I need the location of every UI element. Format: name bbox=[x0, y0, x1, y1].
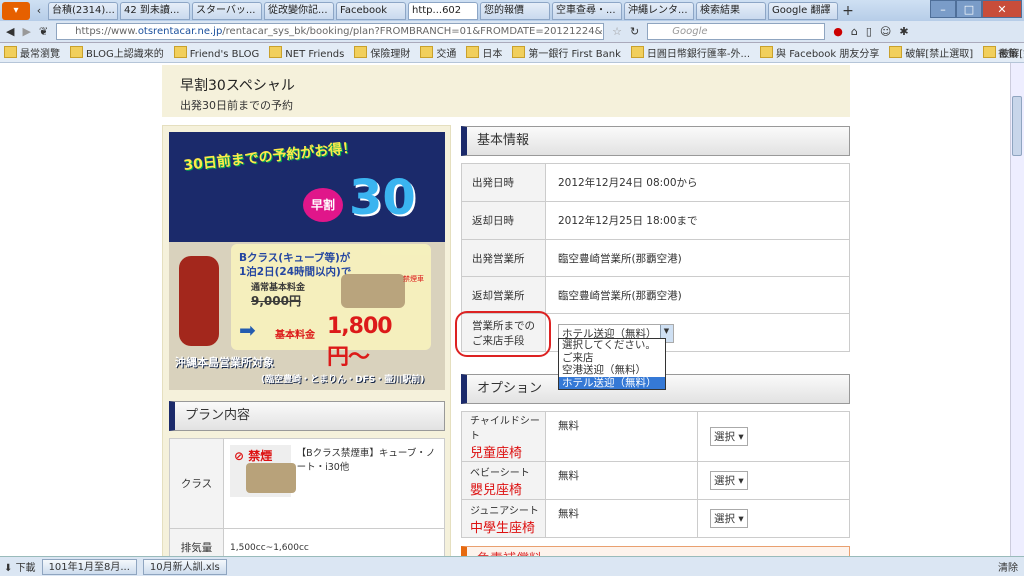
page-content: 早割30スペシャル 出発30日前までの予約 30日前までの予約がお得！ 早割 3… bbox=[0, 63, 1010, 556]
car-thumbnail: ⊘ 禁煙 bbox=[230, 445, 296, 497]
tools-icon[interactable]: ✱ bbox=[899, 25, 908, 38]
bookmark-star-icon[interactable]: ☆ bbox=[612, 25, 622, 38]
page-subtitle: 出発30日前までの予約 bbox=[180, 99, 293, 112]
tab[interactable]: 從改變你記... bbox=[264, 1, 334, 20]
download-item[interactable]: 101年1月至8月... bbox=[41, 558, 137, 575]
dropdown-option-selected[interactable]: ホテル送迎（無料） bbox=[559, 376, 665, 389]
bookmark[interactable]: BLOG上認識來的 bbox=[70, 45, 164, 60]
bookmark[interactable]: 破解[禁止選取] bbox=[889, 45, 973, 60]
bookmark[interactable]: Friend's BLOG bbox=[174, 46, 260, 60]
clear-downloads-button[interactable]: 清除 bbox=[998, 559, 1018, 574]
reload-icon[interactable]: ↻ bbox=[630, 25, 639, 38]
bookmark[interactable]: 保險理財 bbox=[354, 45, 410, 60]
access-method-dropdown[interactable]: 選択してください。 ご来店 空港送迎（無料） ホテル送迎（無料） bbox=[558, 338, 666, 390]
bookmark[interactable]: 與 Facebook 朋友分享 bbox=[760, 45, 879, 60]
table-row: 排気量 1,500cc~1,600cc bbox=[169, 528, 445, 556]
bookmark[interactable]: 交通 bbox=[420, 45, 456, 60]
table-row: 出発日時 2012年12月24日 08:00から bbox=[461, 163, 850, 202]
tab[interactable]: 沖繩レンタ... bbox=[624, 1, 694, 20]
shisa-image bbox=[179, 256, 219, 346]
site-info-icon[interactable]: ❦ bbox=[39, 25, 48, 38]
banner-branches: (臨空豊崎・とまりん・DFS・壷川駅前) bbox=[261, 375, 425, 385]
home-icon[interactable]: ⌂ bbox=[851, 25, 858, 38]
banner-number: 30 bbox=[349, 170, 416, 226]
tab[interactable]: スターバッ... bbox=[192, 1, 262, 20]
close-button[interactable]: ✕ bbox=[982, 0, 1022, 18]
tab[interactable]: Google 翻譯 bbox=[768, 1, 838, 20]
junior-seat-select[interactable]: 選択 ▾ bbox=[710, 509, 748, 528]
tab[interactable]: 您的報價 bbox=[480, 1, 550, 20]
search-input[interactable]: Google bbox=[647, 23, 826, 40]
table-row: 返却営業所 臨空豊崎営業所(那覇空港) bbox=[461, 276, 850, 314]
bookmark[interactable]: 日本 bbox=[466, 45, 502, 60]
tab[interactable]: 42 到未讀... bbox=[120, 1, 190, 20]
banner-area: 沖縄本島営業所対象 bbox=[175, 356, 274, 369]
table-row: ジュニアシート 中學生座椅 無料 選択 ▾ bbox=[461, 499, 850, 538]
dropdown-option[interactable]: ご来店 bbox=[559, 352, 665, 365]
basic-info-header: 基本情報 bbox=[461, 126, 850, 156]
plan-section-header: プラン内容 bbox=[169, 401, 445, 431]
firefox-menu-button[interactable]: ▾ bbox=[2, 1, 30, 20]
dropdown-option[interactable]: 選択してください。 bbox=[559, 339, 665, 352]
promo-banner: 30日前までの予約がお得！ 早割 30 Bクラス(キューブ等)が 1泊2日(24… bbox=[169, 132, 445, 390]
tab-bar: ▾ ‹ 台積(2314)... 42 到未讀... スターバッ... 從改變你記… bbox=[0, 0, 1024, 21]
new-tab-button[interactable]: + bbox=[840, 3, 856, 19]
bookmarks-menu[interactable]: 書籤 bbox=[998, 45, 1018, 60]
child-seat-select[interactable]: 選択 ▾ bbox=[710, 427, 748, 446]
table-row: ベビーシート 嬰兒座椅 無料 選択 ▾ bbox=[461, 461, 850, 500]
bookmark[interactable]: 第一銀行 First Bank bbox=[512, 45, 621, 60]
tab-active[interactable]: http...602 bbox=[408, 1, 478, 20]
table-row: チャイルドシート 兒童座椅 無料 選択 ▾ bbox=[461, 411, 850, 462]
banner-headline: 30日前までの予約がお得！ bbox=[182, 139, 357, 175]
banner-badge: 早割 bbox=[303, 188, 343, 222]
baby-seat-select[interactable]: 選択 ▾ bbox=[710, 471, 748, 490]
page-title: 早割30スペシャル bbox=[180, 78, 295, 94]
price: 1,800円〜 bbox=[327, 314, 393, 370]
forward-icon[interactable]: ▶ bbox=[22, 25, 30, 38]
downloads-button[interactable]: ⬇ 下載 bbox=[4, 559, 36, 574]
left-column: 30日前までの予約がお得！ 早割 30 Bクラス(キューブ等)が 1泊2日(24… bbox=[162, 125, 451, 556]
table-row: 返却日時 2012年12月25日 18:00まで bbox=[461, 201, 850, 240]
plan-table: クラス ⊘ 禁煙 【Bクラス禁煙車】キューブ・ノート・i30他 排気量 1,500c… bbox=[169, 438, 445, 556]
insurance-section-header: 免責補償料 bbox=[461, 546, 850, 556]
options-table: チャイルドシート 兒童座椅 無料 選択 ▾ ベビーシート 嬰兒座椅 無料 選択 ▾ ジュニア… bbox=[461, 411, 850, 538]
tab[interactable]: 検索結果 bbox=[696, 1, 766, 20]
car-image bbox=[341, 274, 405, 308]
tab-scroll-left[interactable]: ‹ bbox=[32, 4, 46, 17]
no-smoking-label: 禁煙車 bbox=[403, 275, 424, 283]
address-bar[interactable]: https://www.otsrentacar.ne.jp/rentacar_s… bbox=[56, 23, 605, 40]
minimize-button[interactable]: – bbox=[930, 0, 956, 18]
offer-line-1: Bクラス(キューブ等)が bbox=[239, 252, 351, 264]
status-bar: ⬇ 下載 101年1月至8月... 10月新人訓.xls 清除 bbox=[0, 556, 1024, 576]
bookmark[interactable]: 最常瀏覽 bbox=[4, 45, 60, 60]
offer-line-2: 1泊2日(24時間以内)で bbox=[239, 266, 352, 278]
tab[interactable]: 台積(2314)... bbox=[48, 1, 118, 20]
highlight-circle bbox=[455, 311, 551, 357]
arrow-right-icon: ➡ bbox=[239, 318, 256, 342]
offer-box: Bクラス(キューブ等)が 1泊2日(24時間以内)で 通常基本料金 9,000円… bbox=[231, 244, 431, 370]
back-icon[interactable]: ◀ bbox=[6, 25, 14, 38]
dropdown-option[interactable]: 空港送迎（無料） bbox=[559, 364, 665, 377]
bookmark[interactable]: NET Friends bbox=[269, 46, 344, 60]
addon-icon[interactable]: ☺ bbox=[880, 25, 891, 38]
tab[interactable]: Facebook bbox=[336, 1, 406, 20]
scrollbar-thumb[interactable] bbox=[1012, 96, 1022, 156]
sidebar-icon[interactable]: ▯ bbox=[866, 25, 872, 38]
maximize-button[interactable]: □ bbox=[956, 0, 982, 18]
table-row: 出発営業所 臨空豊崎営業所(那覇空港) bbox=[461, 239, 850, 277]
price-label: 基本料金 bbox=[275, 330, 315, 341]
plan-header: 早割30スペシャル 出発30日前までの予約 bbox=[162, 65, 850, 117]
tab[interactable]: 空車查尋・... bbox=[552, 1, 622, 20]
table-row: クラス ⊘ 禁煙 【Bクラス禁煙車】キューブ・ノート・i30他 bbox=[169, 438, 445, 529]
normal-price: 9,000円 bbox=[251, 294, 301, 308]
adblock-icon[interactable]: ● bbox=[833, 25, 843, 38]
nav-bar: ◀ ▶ ❦ https://www.otsrentacar.ne.jp/rent… bbox=[0, 21, 1024, 43]
bookmarks-bar: 最常瀏覽 BLOG上認識來的 Friend's BLOG NET Friends… bbox=[0, 43, 1024, 63]
download-item[interactable]: 10月新人訓.xls bbox=[142, 558, 227, 575]
bookmark[interactable]: 日圓日幣銀行匯率-外... bbox=[631, 45, 750, 60]
